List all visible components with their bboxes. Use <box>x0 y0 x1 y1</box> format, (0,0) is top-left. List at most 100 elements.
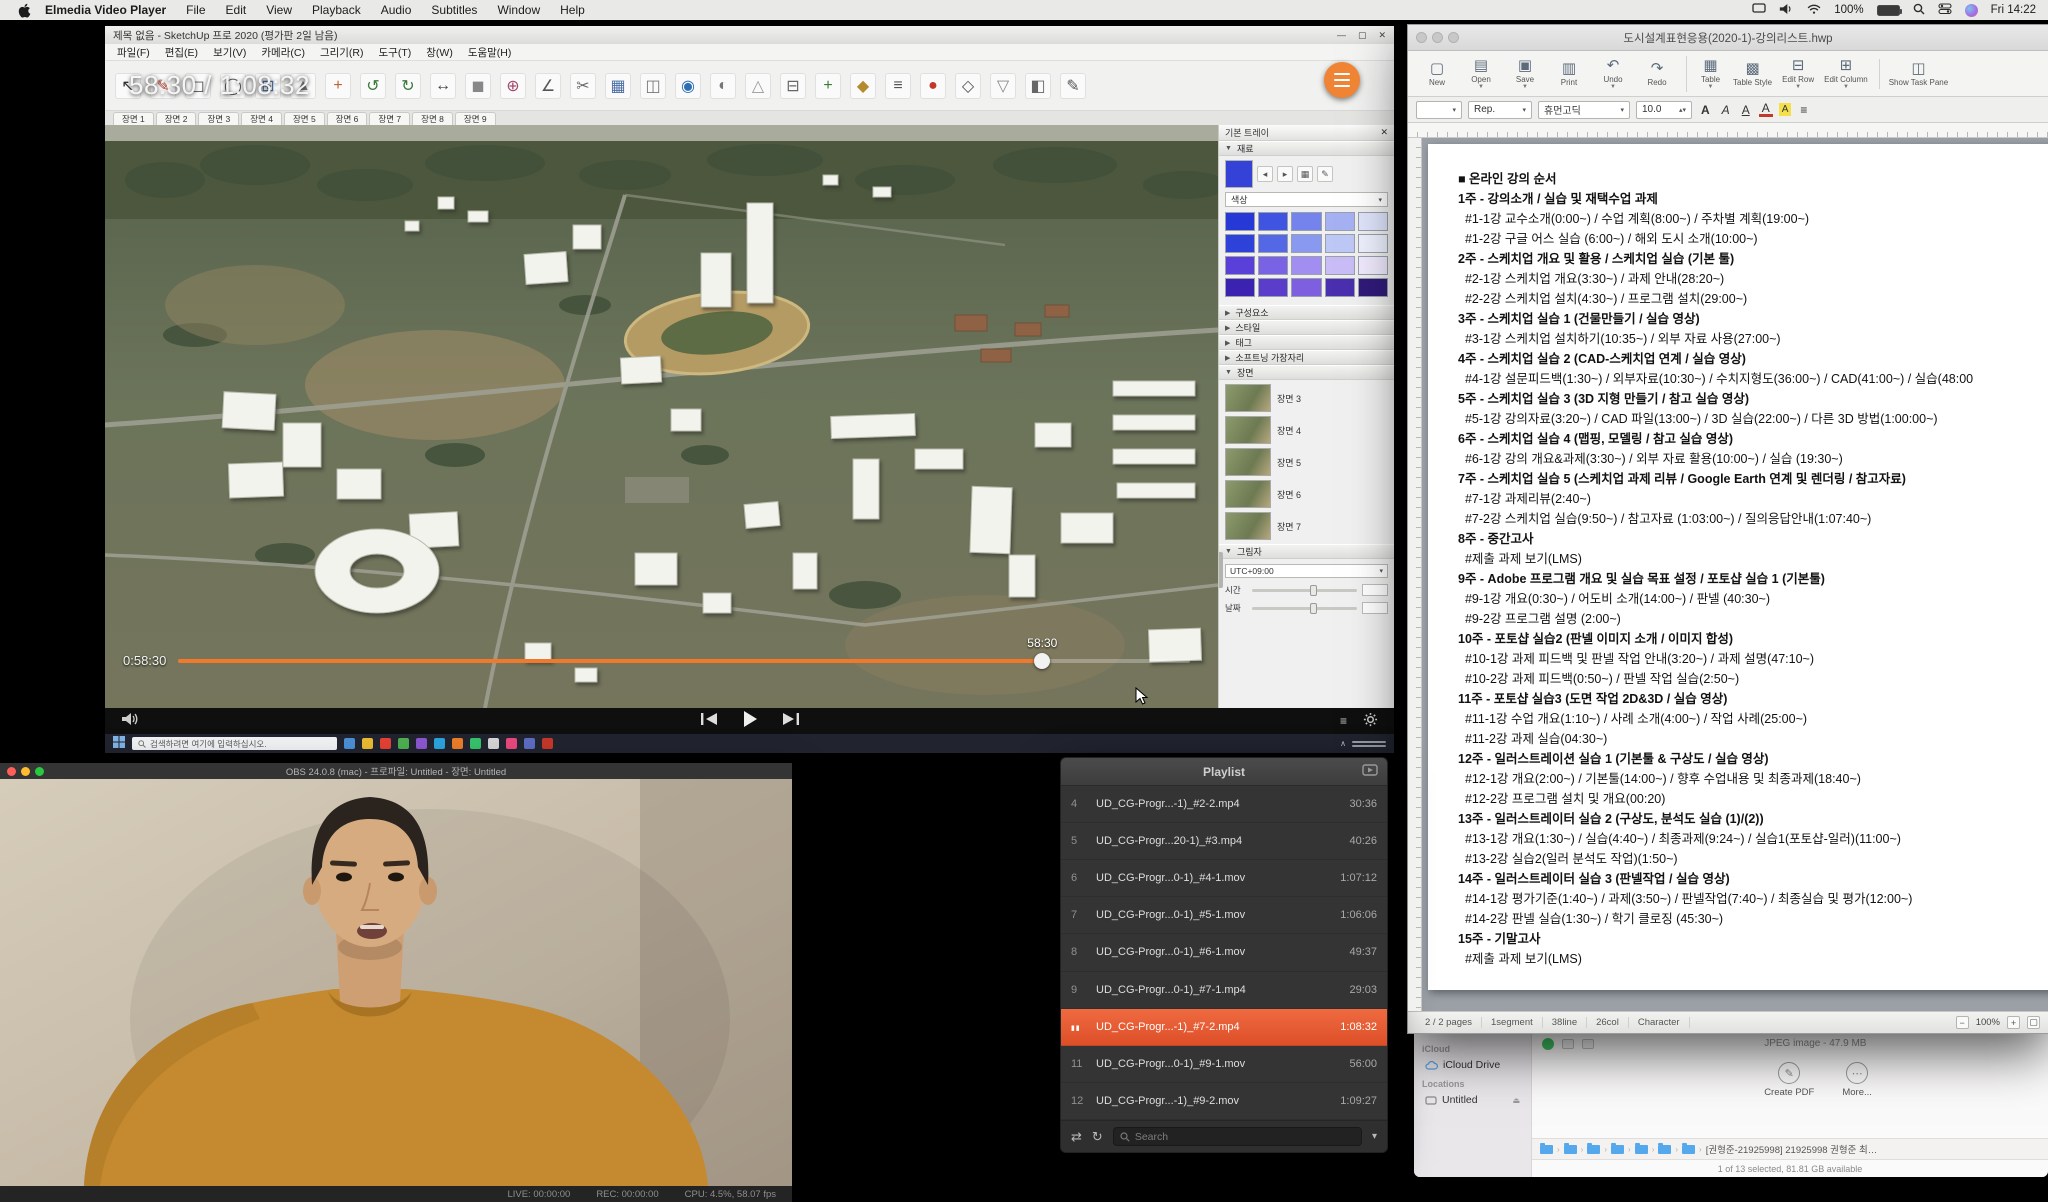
playlist-item[interactable]: 5 UD_CG-Progr...20-1)_#3.mp4 40:26 <box>1061 823 1387 860</box>
next-track-icon[interactable] <box>782 712 800 731</box>
scene-thumbnail-item[interactable]: 장면 4 <box>1225 416 1384 444</box>
apple-menu-icon[interactable] <box>18 3 31 18</box>
zoom-out-icon[interactable]: − <box>1956 1016 1969 1029</box>
active-app-name[interactable]: Elmedia Video Player <box>45 3 166 17</box>
zoom-icon[interactable] <box>1098 767 1107 776</box>
taskbar-app-icon[interactable] <box>488 738 499 749</box>
tray-close-icon[interactable]: ✕ <box>1380 127 1388 138</box>
slider-knob[interactable] <box>1310 603 1317 614</box>
toolbar-button[interactable]: ▩ Table Style ▼ <box>1730 59 1775 89</box>
color-swatch[interactable] <box>1358 212 1388 231</box>
color-swatch[interactable] <box>1291 256 1321 275</box>
3d-viewport[interactable]: 0:58:30 58:30 <box>105 125 1218 708</box>
scene-tab[interactable]: 장면 6 <box>327 112 368 125</box>
sketchup-menu-item[interactable]: 창(W) <box>426 45 453 60</box>
time-value-field[interactable] <box>1362 584 1388 596</box>
sketchup-tool-icon[interactable]: ◆ <box>850 73 876 99</box>
seek-bar[interactable]: 58:30 <box>178 659 1190 663</box>
sketchup-tool-icon[interactable]: △ <box>745 73 771 99</box>
highlight-button[interactable]: A <box>1779 103 1792 116</box>
pop-out-icon[interactable] <box>1362 763 1378 781</box>
tray-section-header[interactable]: ▶ 소프트닝 가장자리 <box>1219 350 1394 365</box>
chevron-down-icon[interactable]: ▾ <box>1372 1131 1377 1142</box>
sketchup-menu-item[interactable]: 도구(T) <box>379 45 412 60</box>
playlist-item[interactable]: 9 UD_CG-Progr...0-1)_#7-1.mp4 29:03 <box>1061 972 1387 1009</box>
font-dropdown[interactable]: 휴먼고딕▾ <box>1538 101 1630 119</box>
folder-icon[interactable] <box>1635 1145 1648 1154</box>
back-icon[interactable]: ◂ <box>1257 166 1273 182</box>
scene-tab[interactable]: 장면 7 <box>369 112 410 125</box>
display-icon[interactable] <box>1752 3 1766 17</box>
color-swatch[interactable] <box>1258 278 1288 297</box>
sidebar-item-untitled-drive[interactable]: Untitled ⏏ <box>1422 1092 1523 1108</box>
toolbar-button[interactable]: ▢ New ▼ <box>1416 59 1458 89</box>
taskbar-app-icon[interactable] <box>362 738 373 749</box>
taskbar-app-icon[interactable] <box>506 738 517 749</box>
sketchup-tool-icon[interactable]: ↺ <box>360 73 386 99</box>
sketchup-tool-icon[interactable]: ✂ <box>570 73 596 99</box>
color-swatch[interactable] <box>1358 256 1388 275</box>
page-view-icon[interactable]: ▢ <box>2027 1016 2040 1029</box>
toolbar-button[interactable]: ▤ Open ▼ <box>1460 56 1502 92</box>
wifi-icon[interactable] <box>1807 3 1821 17</box>
date-value-field[interactable] <box>1362 602 1388 614</box>
sketchup-tool-icon[interactable]: ▦ <box>605 73 631 99</box>
sketchup-tool-icon[interactable]: ⊕ <box>500 73 526 99</box>
taskbar-app-icon[interactable] <box>542 738 553 749</box>
sketchup-tool-icon[interactable]: + <box>815 73 841 99</box>
sketchup-tool-icon[interactable]: ◫ <box>640 73 666 99</box>
color-swatch[interactable] <box>1225 256 1255 275</box>
scene-thumbnail-item[interactable]: 장면 3 <box>1225 384 1384 412</box>
toolbar-button[interactable]: ▣ Save ▼ <box>1504 56 1546 92</box>
sketchup-tool-icon[interactable]: + <box>325 73 351 99</box>
sketchup-tool-icon[interactable]: ◼ <box>465 73 491 99</box>
menu-item[interactable]: View <box>266 3 292 17</box>
sketchup-menu-item[interactable]: 파일(F) <box>117 45 150 60</box>
color-swatch[interactable] <box>1325 212 1355 231</box>
scene-thumbnail-item[interactable]: 장면 5 <box>1225 448 1384 476</box>
home-icon[interactable]: ▦ <box>1297 166 1313 182</box>
sketchup-menu-item[interactable]: 도움말(H) <box>468 45 512 60</box>
folder-icon[interactable] <box>1611 1145 1624 1154</box>
font-size-stepper[interactable]: 10.0▴▾ <box>1636 101 1692 119</box>
playlist-item[interactable]: 6 UD_CG-Progr...0-1)_#4-1.mov 1:07:12 <box>1061 860 1387 897</box>
sketchup-tool-icon[interactable]: ✎ <box>1060 73 1086 99</box>
scene-tab[interactable]: 장면 4 <box>241 112 282 125</box>
sample-icon[interactable]: ✎ <box>1317 166 1333 182</box>
style-dropdown[interactable]: ▾ <box>1416 101 1462 119</box>
view-option-icon[interactable] <box>1582 1039 1594 1049</box>
color-swatch[interactable] <box>1291 278 1321 297</box>
folder-icon[interactable] <box>1682 1145 1695 1154</box>
template-dropdown[interactable]: Rep.▾ <box>1468 101 1532 119</box>
path-current-item[interactable]: [권형준-21925998] 21925998 권형준 최… <box>1706 1142 1878 1156</box>
shadows-section-header[interactable]: ▼ 그림자 <box>1219 544 1394 559</box>
toolbar-button[interactable]: ↶ Undo ▼ <box>1592 56 1634 92</box>
menu-item[interactable]: Audio <box>381 3 412 17</box>
control-center-icon[interactable] <box>1938 3 1952 17</box>
spotlight-icon[interactable] <box>1913 3 1925 18</box>
sketchup-tool-icon[interactable]: ▽ <box>990 73 1016 99</box>
menu-item[interactable]: Playback <box>312 3 361 17</box>
windows-start-icon[interactable] <box>113 735 125 753</box>
menu-item[interactable]: File <box>186 3 205 17</box>
play-icon[interactable] <box>742 710 758 733</box>
menu-item[interactable]: Subtitles <box>431 3 477 17</box>
tray-section-header[interactable]: ▶ 스타일 <box>1219 320 1394 335</box>
document-page[interactable]: ■ 온라인 강의 순서1주 - 강의소개 / 실습 및 재택수업 과제 #1-1… <box>1428 144 2048 990</box>
color-swatch[interactable] <box>1225 234 1255 253</box>
folder-icon[interactable] <box>1587 1145 1600 1154</box>
color-swatch[interactable] <box>1225 278 1255 297</box>
settings-gear-icon[interactable] <box>1363 712 1378 730</box>
playlist-item[interactable]: UD_CG-Progr...-1)_#7-2.mp4 1:08:32 <box>1061 1009 1387 1046</box>
close-icon[interactable]: ✕ <box>1378 30 1386 41</box>
scene-tab[interactable]: 장면 1 <box>113 112 154 125</box>
sketchup-tool-icon[interactable]: ◇ <box>955 73 981 99</box>
zoom-in-icon[interactable]: + <box>2007 1016 2020 1029</box>
color-swatch[interactable] <box>1291 212 1321 231</box>
sketchup-tool-icon[interactable]: ∠ <box>535 73 561 99</box>
scene-tab[interactable]: 장면 9 <box>455 112 496 125</box>
playlist-item[interactable]: 8 UD_CG-Progr...0-1)_#6-1.mov 49:37 <box>1061 934 1387 971</box>
materials-section-header[interactable]: ▼ 재료 <box>1219 141 1394 156</box>
sketchup-menu-item[interactable]: 편집(E) <box>165 45 198 60</box>
align-button[interactable]: ≡ <box>1797 103 1810 117</box>
